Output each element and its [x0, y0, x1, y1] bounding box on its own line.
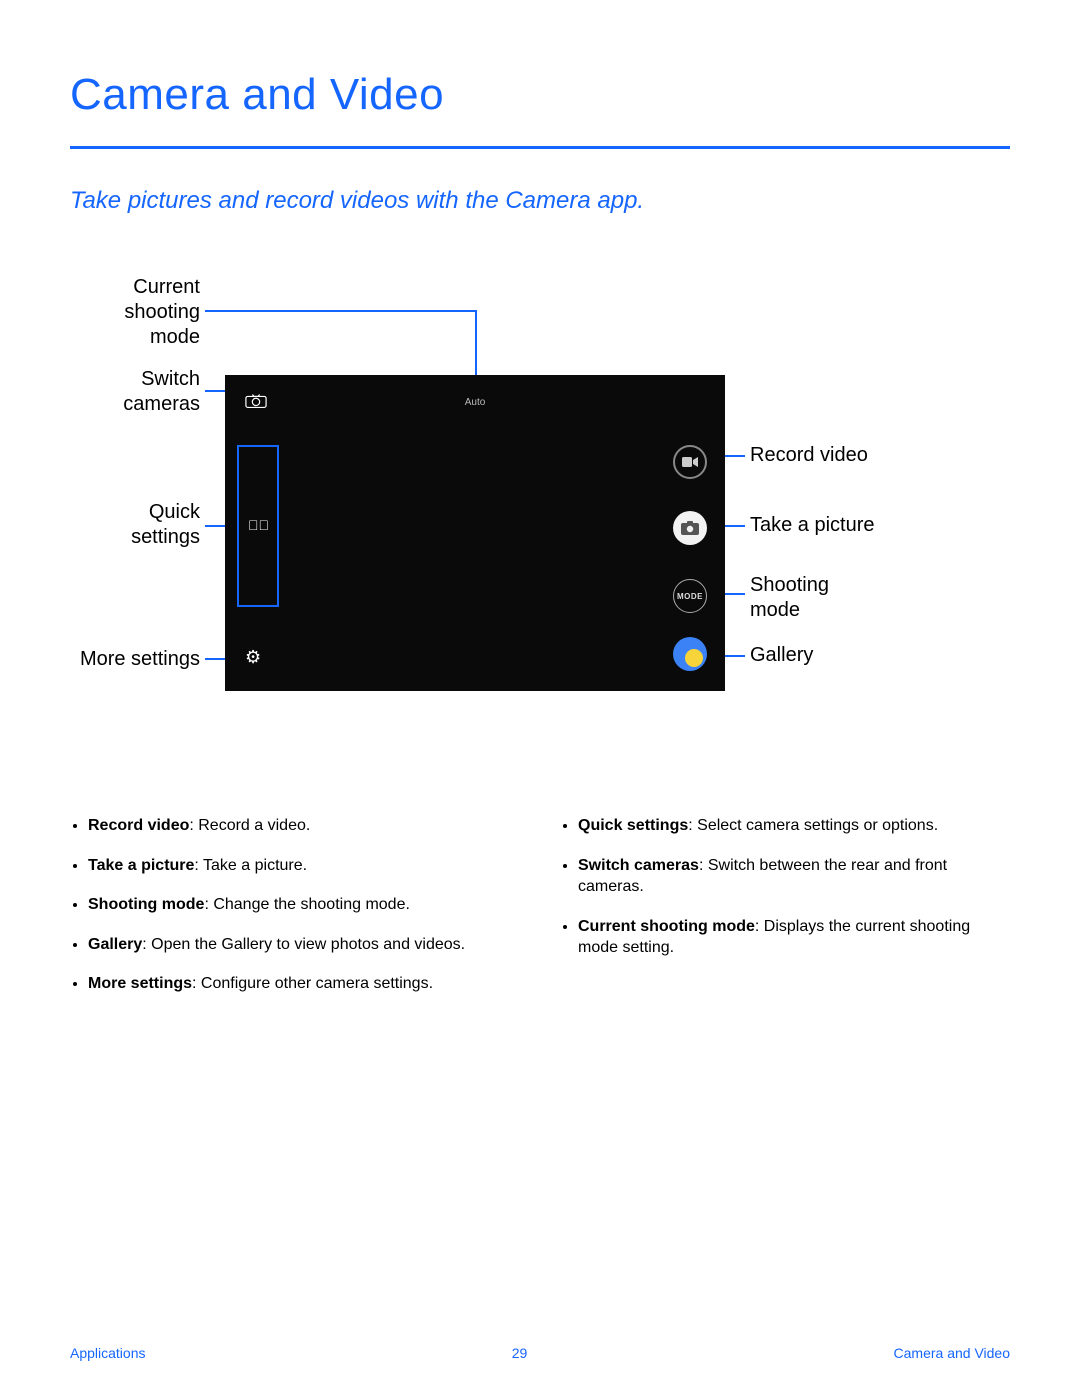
description-columns: Record video: Record a video. Take a pic… [70, 815, 1010, 1013]
flash-icon[interactable]: ⚡⃠ [248, 517, 269, 533]
leader-line [205, 310, 475, 312]
list-item: Record video: Record a video. [88, 815, 520, 837]
callout-shooting-mode: Shooting mode [750, 573, 829, 623]
take-picture-button[interactable] [673, 511, 707, 545]
page-title: Camera and Video [70, 70, 1010, 120]
callout-quick-settings: Quick settings [70, 500, 200, 550]
record-video-button[interactable] [673, 445, 707, 479]
camera-diagram: Current shooting mode Switch cameras Qui… [70, 275, 1010, 745]
list-item: Switch cameras: Switch between the rear … [578, 855, 1010, 898]
list-item: Shooting mode: Change the shooting mode. [88, 894, 520, 916]
list-item: Gallery: Open the Gallery to view photos… [88, 934, 520, 956]
callout-record-video: Record video [750, 443, 868, 468]
page-subtitle: Take pictures and record videos with the… [70, 187, 1010, 215]
shooting-mode-button[interactable]: MODE [673, 579, 707, 613]
callout-current-mode: Current shooting mode [70, 275, 200, 350]
gallery-button[interactable] [673, 637, 707, 671]
footer-right: Camera and Video [894, 1345, 1010, 1361]
title-rule [70, 146, 1010, 149]
bullets-left: Record video: Record a video. Take a pic… [70, 815, 520, 1013]
callout-take-picture: Take a picture [750, 513, 875, 538]
current-mode-indicator: Auto [465, 397, 486, 408]
callout-gallery: Gallery [750, 643, 813, 668]
footer-center: 29 [512, 1345, 528, 1361]
footer-left: Applications [70, 1345, 146, 1361]
gear-icon[interactable]: ⚙ [245, 647, 261, 668]
camera-screenshot: Auto ⚡⃠ ⚙ MODE [225, 375, 725, 691]
bullets-right: Quick settings: Select camera settings o… [560, 815, 1010, 1013]
list-item: Current shooting mode: Displays the curr… [578, 916, 1010, 959]
page-footer: Applications 29 Camera and Video [70, 1345, 1010, 1361]
list-item: More settings: Configure other camera se… [88, 973, 520, 995]
list-item: Take a picture: Take a picture. [88, 855, 520, 877]
callout-switch-cameras: Switch cameras [70, 367, 200, 417]
list-item: Quick settings: Select camera settings o… [578, 815, 1010, 837]
callout-more-settings: More settings [70, 647, 200, 672]
switch-camera-icon[interactable] [245, 393, 267, 409]
